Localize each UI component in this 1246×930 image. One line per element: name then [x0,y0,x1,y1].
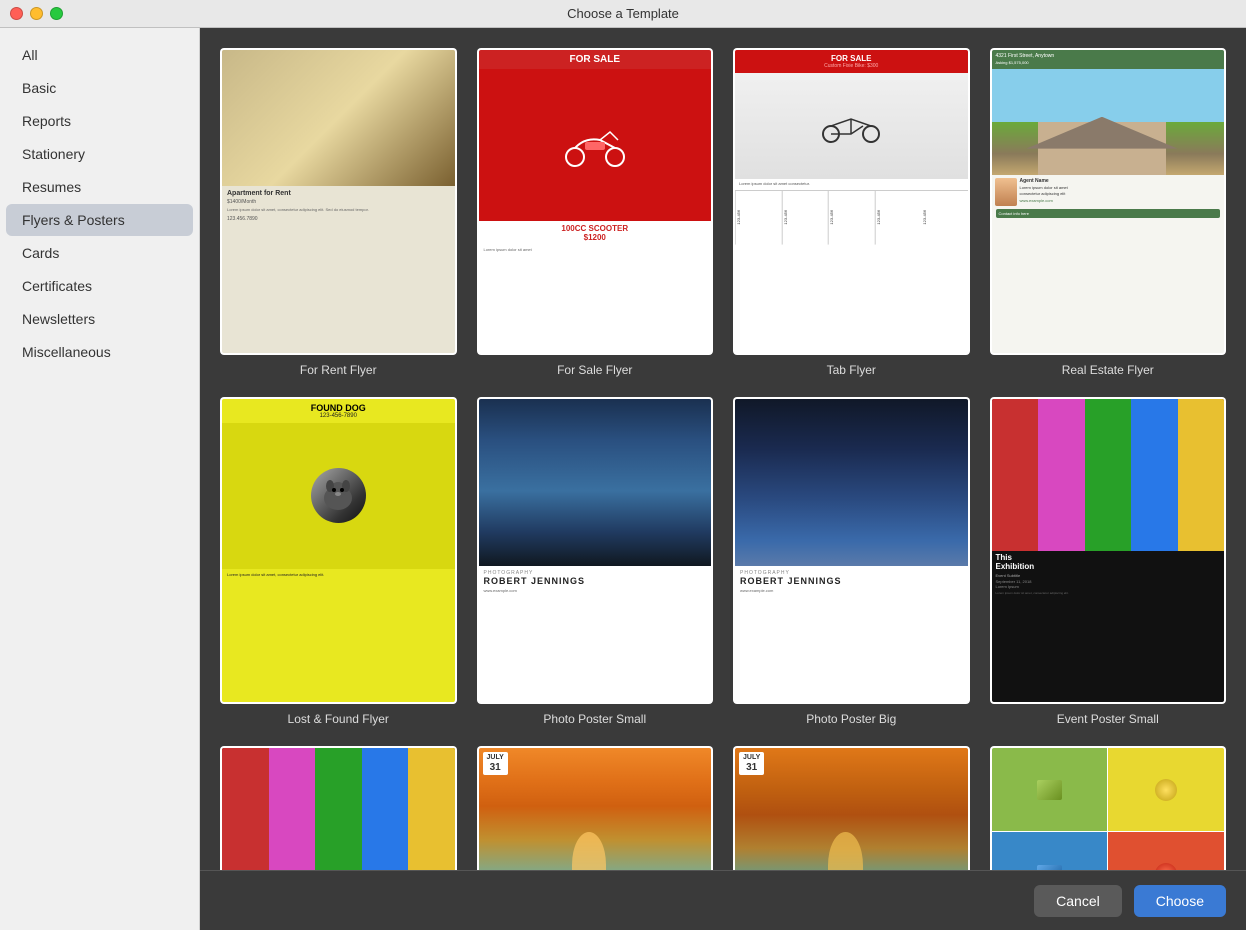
thumbnail-tab-flyer: FOR SALE Custom Fixie Bike: $300 Lorem i… [735,50,968,353]
thumbnail-photo-big: Photography ROBERT JENNINGS www.example.… [735,399,968,702]
template-item[interactable]: FOUND DOG 123-456-7890 [220,397,457,726]
template-item[interactable]: Photography ROBERT JENNINGS www.example.… [477,397,714,726]
template-label: Tab Flyer [827,363,876,377]
minimize-button[interactable] [30,7,43,20]
sidebar-item-certificates[interactable]: Certificates [6,270,193,302]
template-thumbnail: FOUND DOG 123-456-7890 [220,397,457,704]
sidebar-item-miscellaneous[interactable]: Miscellaneous [6,336,193,368]
template-thumbnail: Lorem ElementarySpring Science Fair Satu… [990,746,1227,870]
template-label: Lost & Found Flyer [288,712,389,726]
thumbnail-for-rent: Apartment for Rent $1400/Month Lorem ips… [222,50,455,353]
template-thumbnail: Photography ROBERT JENNINGS www.example.… [477,397,714,704]
template-item[interactable]: JULY31 SURF, SUN &BEACH PARTY Huntington… [477,746,714,870]
template-thumbnail: Photography ROBERT JENNINGS www.example.… [733,397,970,704]
thumbnail-party-small: JULY31 SURF, SUN &BEACH PARTY Huntington… [479,748,712,870]
window-controls [10,7,63,20]
sidebar-item-stationery[interactable]: Stationery [6,138,193,170]
template-thumbnail: JULY31 SURF, SUN &BEACH PARTY Huntington… [477,746,714,870]
template-label: For Sale Flyer [557,363,632,377]
sidebar: All Basic Reports Stationery Resumes Fly… [0,28,200,930]
template-label: For Rent Flyer [300,363,377,377]
thumbnail-lost-found: FOUND DOG 123-456-7890 [222,399,455,702]
sidebar-item-basic[interactable]: Basic [6,72,193,104]
title-bar: Choose a Template [0,0,1246,28]
template-item[interactable]: Photography ROBERT JENNINGS www.example.… [733,397,970,726]
bottom-bar: Cancel Choose [200,870,1246,930]
template-item[interactable]: FOR SALE 100CC SCOOTER$1200 Lorem i [477,48,714,377]
template-grid: Apartment for Rent $1400/Month Lorem ips… [200,28,1246,870]
template-label: Event Poster Small [1057,712,1159,726]
sidebar-item-flyers-posters[interactable]: Flyers & Posters [6,204,193,236]
thumbnail-event-big: ThisExhibition Event Subtitle September … [222,748,455,870]
sidebar-item-resumes[interactable]: Resumes [6,171,193,203]
template-item[interactable]: ThisExhibition Event Subtitle September … [990,397,1227,726]
thumbnail-event-small: ThisExhibition Event Subtitle September … [992,399,1225,702]
template-item[interactable]: JULY31 SURF, SUN &BEACH PARTY Huntington… [733,746,970,870]
template-item[interactable]: 4321 First Street, AnytownAsking $1,575,… [990,48,1227,377]
sidebar-item-cards[interactable]: Cards [6,237,193,269]
close-button[interactable] [10,7,23,20]
template-thumbnail: FOR SALE 100CC SCOOTER$1200 Lorem i [477,48,714,355]
maximize-button[interactable] [50,7,63,20]
template-item[interactable]: ThisExhibition Event Subtitle September … [220,746,457,870]
template-item[interactable]: Apartment for Rent $1400/Month Lorem ips… [220,48,457,377]
template-thumbnail: ThisExhibition Event Subtitle September … [990,397,1227,704]
template-thumbnail: JULY31 SURF, SUN &BEACH PARTY Huntington… [733,746,970,870]
template-item[interactable]: FOR SALE Custom Fixie Bike: $300 Lorem i… [733,48,970,377]
window-title: Choose a Template [567,6,679,21]
template-thumbnail: ThisExhibition Event Subtitle September … [220,746,457,870]
template-thumbnail: Apartment for Rent $1400/Month Lorem ips… [220,48,457,355]
thumbnail-party-big: JULY31 SURF, SUN &BEACH PARTY Huntington… [735,748,968,870]
template-label: Photo Poster Small [543,712,646,726]
cancel-button[interactable]: Cancel [1034,885,1122,917]
thumbnail-photo-small: Photography ROBERT JENNINGS www.example.… [479,399,712,702]
template-label: Photo Poster Big [806,712,896,726]
sidebar-item-all[interactable]: All [6,39,193,71]
template-thumbnail: 4321 First Street, AnytownAsking $1,575,… [990,48,1227,355]
thumbnail-for-sale: FOR SALE 100CC SCOOTER$1200 Lorem i [479,50,712,353]
content-area: Apartment for Rent $1400/Month Lorem ips… [200,28,1246,930]
template-thumbnail: FOR SALE Custom Fixie Bike: $300 Lorem i… [733,48,970,355]
template-label: Real Estate Flyer [1062,363,1154,377]
choose-button[interactable]: Choose [1134,885,1226,917]
thumbnail-real-estate: 4321 First Street, AnytownAsking $1,575,… [992,50,1225,353]
main-layout: All Basic Reports Stationery Resumes Fly… [0,28,1246,930]
template-item[interactable]: Lorem ElementarySpring Science Fair Satu… [990,746,1227,870]
sidebar-item-newsletters[interactable]: Newsletters [6,303,193,335]
thumbnail-school-small: Lorem ElementarySpring Science Fair Satu… [992,748,1225,870]
sidebar-item-reports[interactable]: Reports [6,105,193,137]
